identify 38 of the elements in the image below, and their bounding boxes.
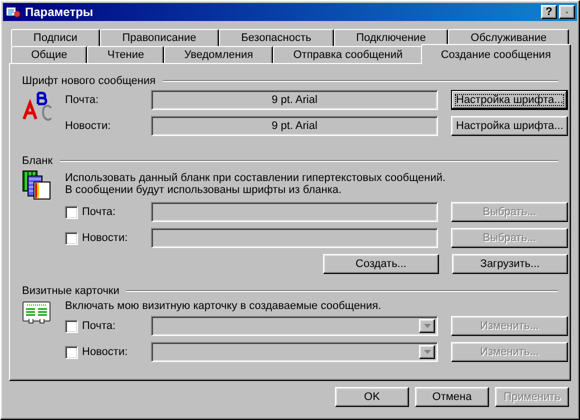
help-button[interactable]: ? [541, 5, 557, 19]
field-label: Новости: [65, 120, 112, 132]
section-title: Шрифт нового сообщения [22, 75, 156, 87]
close-button[interactable] [559, 5, 575, 19]
font-field: 9 pt. Arial [151, 90, 438, 110]
create-button[interactable]: Создать... [323, 254, 439, 274]
field-label: Почта: [65, 94, 100, 106]
checkbox-label: Новости: [82, 232, 128, 244]
window-title: Параметры [25, 5, 94, 19]
tab[interactable]: Чтение [87, 46, 164, 63]
stationery-note: В сообщении будут использованы шрифты из бланка. [65, 184, 343, 196]
font-settings-button[interactable]: Настройка шрифта... [451, 116, 568, 136]
tab[interactable]: Подключение [334, 29, 448, 46]
tab[interactable]: Правописание [100, 29, 219, 46]
tab[interactable]: Подписи [11, 29, 100, 46]
tab[interactable]: Безопасность [218, 29, 334, 46]
load-button[interactable]: Загрузить... [452, 254, 568, 274]
tab[interactable]: Отправка сообщений [273, 46, 423, 63]
stationery-note: Использовать данный бланк при составлении гипертекстовых сообщений. [65, 172, 447, 184]
dropdown-arrow-icon [424, 350, 430, 354]
tab[interactable]: Общие [11, 46, 88, 63]
section-title: Бланк [22, 155, 53, 167]
section-title: Визитные карточки [22, 285, 120, 297]
checkbox-label: Новости: [82, 346, 128, 358]
cancel-button[interactable]: Отмена [415, 387, 489, 407]
ok-button[interactable]: OK [335, 387, 409, 407]
business-card-icon [22, 300, 52, 326]
font-settings-button[interactable]: Настройка шрифта... [451, 90, 568, 110]
font-icon [22, 90, 54, 122]
dropdown-arrow-icon [424, 324, 430, 328]
checkbox-label: Почта: [82, 206, 116, 218]
stationery-icon [22, 170, 52, 200]
checkbox-label: Почта: [82, 320, 116, 332]
app-icon [5, 5, 21, 19]
tab[interactable]: Создание сообщения [420, 44, 572, 64]
business-card-note: Включать мою визитную карточку в создаваемые сообщения. [65, 300, 382, 312]
font-field: 9 pt. Arial [151, 116, 438, 136]
tab[interactable]: Уведомления [164, 46, 274, 63]
